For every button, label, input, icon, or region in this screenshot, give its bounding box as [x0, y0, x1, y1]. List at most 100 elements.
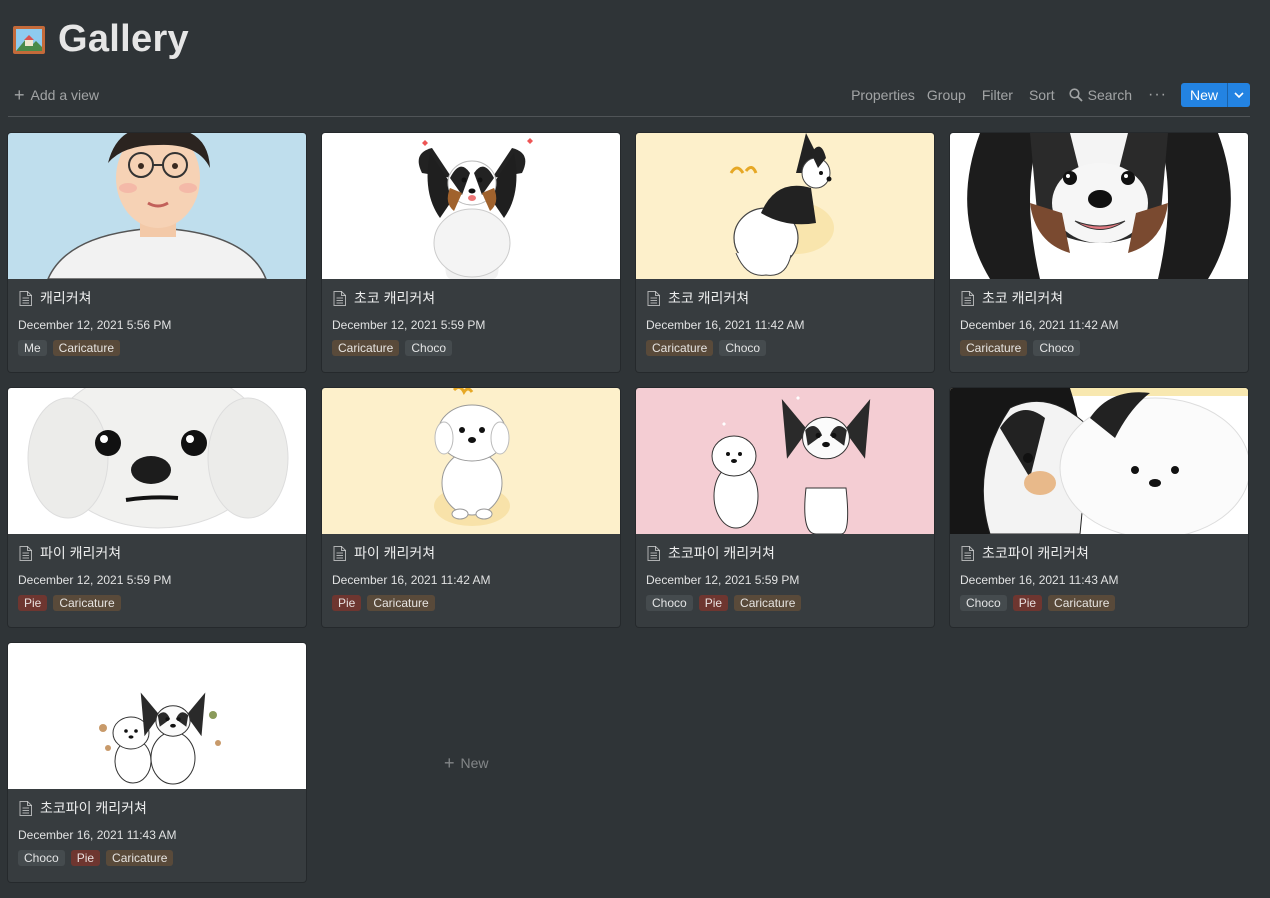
gallery-card[interactable]: 파이 캐리커쳐 December 16, 2021 11:42 AM Pie Ca… [322, 388, 620, 627]
add-view-button[interactable]: + Add a view [8, 85, 99, 105]
card-tags: Choco Pie Caricature [636, 587, 934, 611]
tag-pie: Pie [332, 595, 362, 611]
document-icon [647, 545, 660, 561]
card-cover-image [8, 133, 306, 279]
card-tags: Pie Caricature [8, 587, 306, 611]
tag-pie: Pie [18, 595, 48, 611]
properties-button[interactable]: Properties [851, 87, 915, 103]
add-card-button[interactable]: + New [444, 753, 489, 773]
new-button-group: New [1180, 83, 1250, 107]
document-icon [19, 545, 32, 561]
gallery-card[interactable]: 파이 캐리커쳐 December 12, 2021 5:59 PM Pie Car… [8, 388, 306, 627]
card-cover-image [322, 133, 620, 279]
card-cover-image [950, 388, 1248, 534]
card-date: December 16, 2021 11:43 AM [960, 573, 1119, 587]
card-cover-image [8, 643, 306, 789]
card-title-row: 초코 캐리커쳐 [950, 279, 1248, 307]
card-cover-image [950, 133, 1248, 279]
card-date: December 16, 2021 11:42 AM [646, 318, 805, 332]
group-button[interactable]: Group [927, 87, 966, 103]
add-view-label: Add a view [30, 87, 99, 103]
new-dropdown-button[interactable] [1227, 83, 1250, 107]
card-tags: Caricature Choco [950, 332, 1248, 356]
card-title-row: 초코파이 캐리커쳐 [8, 789, 306, 817]
document-icon [961, 545, 974, 561]
card-date: December 16, 2021 11:42 AM [332, 573, 491, 587]
gallery-card[interactable]: 초코 캐리커쳐 December 16, 2021 11:42 AM Caric… [950, 133, 1248, 372]
plus-icon: + [444, 753, 455, 773]
document-icon [333, 290, 346, 306]
framed-picture-icon [13, 25, 45, 54]
card-title: 초코 캐리커쳐 [982, 290, 1064, 306]
card-title: 초코파이 캐리커쳐 [40, 800, 147, 816]
new-button[interactable]: New [1180, 83, 1227, 107]
gallery-grid: 캐리커쳐 December 12, 2021 5:56 PM Me Caricat… [8, 133, 1250, 882]
card-title: 초코 캐리커쳐 [668, 290, 750, 306]
page-title: Gallery [58, 18, 189, 60]
gallery-card[interactable]: 초코 캐리커쳐 December 12, 2021 5:59 PM Carica… [322, 133, 620, 372]
card-title-row: 초코 캐리커쳐 [636, 279, 934, 307]
card-title-row: 파이 캐리커쳐 [322, 534, 620, 562]
gallery-card[interactable]: 캐리커쳐 December 12, 2021 5:56 PM Me Caricat… [8, 133, 306, 372]
tag-choco: Choco [646, 595, 693, 611]
tag-choco: Choco [719, 340, 767, 356]
tag-caricature: Caricature [106, 850, 174, 866]
card-tags: Me Caricature [8, 332, 306, 356]
card-title-row: 초코파이 캐리커쳐 [950, 534, 1248, 562]
card-title: 초코파이 캐리커쳐 [982, 545, 1089, 561]
card-tags: Pie Caricature [322, 587, 620, 611]
view-toolbar: + Add a view Properties Group Filter Sor… [8, 82, 1250, 108]
card-title: 초코파이 캐리커쳐 [668, 545, 775, 561]
more-options-icon[interactable]: ··· [1148, 86, 1167, 104]
card-cover-image [636, 133, 934, 279]
sort-button[interactable]: Sort [1029, 87, 1055, 103]
document-icon [647, 290, 660, 306]
tag-pie: Pie [698, 595, 729, 611]
search-button[interactable]: Search [1069, 87, 1132, 103]
document-icon [19, 800, 32, 816]
tag-choco: Choco [960, 595, 1007, 611]
card-title: 파이 캐리커쳐 [40, 545, 122, 561]
card-cover-image [636, 388, 934, 534]
card-tags: Choco Pie Caricature [950, 587, 1248, 611]
tag-caricature: Caricature [53, 595, 121, 611]
tag-caricature: Caricature [332, 340, 400, 356]
card-tags: Choco Pie Caricature [8, 842, 306, 866]
document-icon [333, 545, 346, 561]
toolbar-divider [8, 116, 1250, 117]
card-title: 캐리커쳐 [40, 290, 92, 306]
card-title: 초코 캐리커쳐 [354, 290, 436, 306]
gallery-card[interactable]: 초코파이 캐리커쳐 December 12, 2021 5:59 PM Choc… [636, 388, 934, 627]
card-title-row: 초코파이 캐리커쳐 [636, 534, 934, 562]
tag-pie: Pie [1012, 595, 1043, 611]
gallery-card[interactable]: 초코파이 캐리커쳐 December 16, 2021 11:43 AM Cho… [950, 388, 1248, 627]
card-date: December 16, 2021 11:43 AM [18, 828, 177, 842]
tag-caricature: Caricature [52, 340, 121, 356]
tag-caricature: Caricature [367, 595, 435, 611]
card-title-row: 파이 캐리커쳐 [8, 534, 306, 562]
tag-pie: Pie [70, 850, 101, 866]
document-icon [19, 290, 32, 306]
document-icon [961, 290, 974, 306]
card-date: December 12, 2021 5:56 PM [18, 318, 172, 332]
gallery-card[interactable]: 초코파이 캐리커쳐 December 16, 2021 11:43 AM Cho… [8, 643, 306, 882]
card-title-row: 캐리커쳐 [8, 279, 306, 307]
chevron-down-icon [1234, 92, 1244, 98]
card-date: December 12, 2021 5:59 PM [18, 573, 172, 587]
tag-choco: Choco [1033, 340, 1081, 356]
card-date: December 12, 2021 5:59 PM [646, 573, 800, 587]
tag-me: Me [18, 340, 47, 356]
card-cover-image [322, 388, 620, 534]
card-tags: Caricature Choco [322, 332, 620, 356]
card-date: December 12, 2021 5:59 PM [332, 318, 486, 332]
card-cover-image [8, 388, 306, 534]
tag-choco: Choco [405, 340, 453, 356]
card-title-row: 초코 캐리커쳐 [322, 279, 620, 307]
tag-caricature: Caricature [646, 340, 714, 356]
filter-button[interactable]: Filter [982, 87, 1013, 103]
search-label: Search [1087, 87, 1132, 103]
tag-caricature: Caricature [960, 340, 1028, 356]
plus-icon: + [14, 85, 25, 105]
card-tags: Caricature Choco [636, 332, 934, 356]
gallery-card[interactable]: 초코 캐리커쳐 December 16, 2021 11:42 AM Caric… [636, 133, 934, 372]
